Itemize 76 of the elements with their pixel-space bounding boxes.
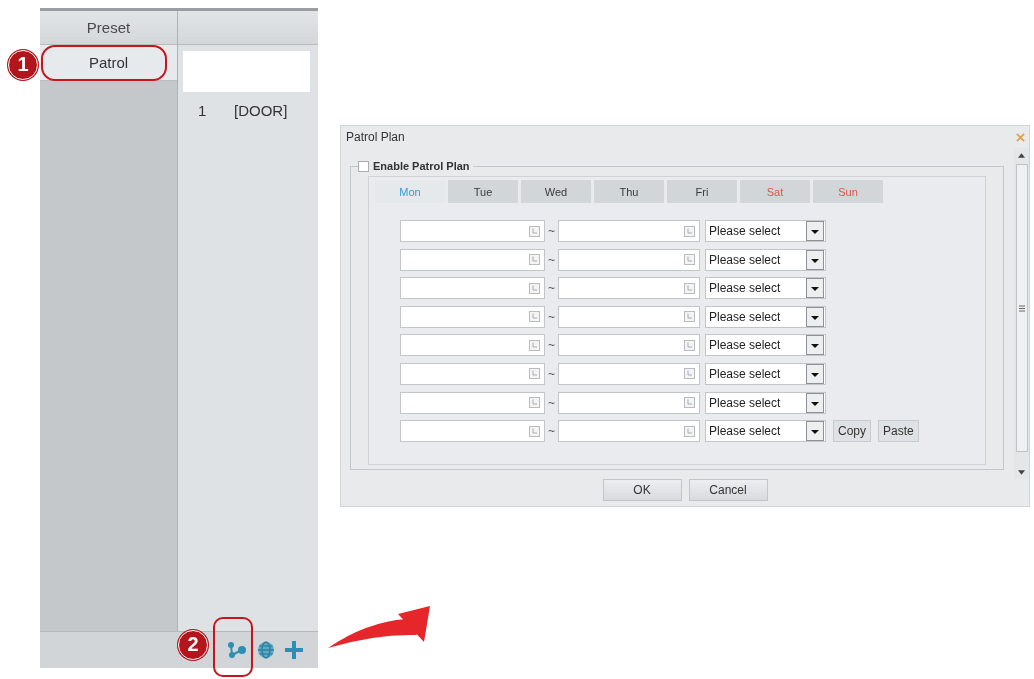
checkbox-label: Enable Patrol Plan	[373, 160, 470, 172]
preset-select[interactable]: Please select	[705, 277, 826, 300]
clock-icon[interactable]	[529, 368, 540, 380]
step-badge: 1	[8, 50, 38, 80]
start-time-field[interactable]	[400, 248, 545, 271]
day-tab[interactable]: Fri	[667, 180, 737, 203]
start-time-field[interactable]	[400, 391, 545, 414]
panel-tab[interactable]: Patrol	[40, 45, 177, 81]
range-separator: ~	[547, 395, 556, 410]
end-time-field[interactable]	[558, 334, 700, 357]
start-time-field[interactable]	[400, 362, 545, 385]
preset-select[interactable]: Please select	[705, 334, 826, 357]
scrollbar[interactable]	[1014, 148, 1029, 479]
preset-select[interactable]: Please select	[705, 248, 826, 271]
day-tab[interactable]: Thu	[594, 180, 664, 203]
panel-tab[interactable]: Preset	[40, 11, 177, 45]
clock-icon[interactable]	[684, 225, 695, 237]
range-separator: ~	[547, 224, 556, 238]
preset-select[interactable]: Please select	[705, 220, 826, 242]
start-time-field[interactable]	[400, 277, 545, 300]
clock-icon[interactable]	[684, 282, 695, 294]
day-tab[interactable]: Wed	[521, 180, 591, 203]
start-time-field[interactable]	[400, 305, 545, 328]
clock-icon[interactable]	[529, 397, 540, 409]
clock-icon[interactable]	[684, 397, 695, 409]
clock-icon[interactable]	[529, 425, 540, 437]
end-time-field[interactable]	[558, 391, 700, 414]
clock-icon[interactable]	[684, 425, 695, 437]
clock-icon[interactable]	[529, 339, 540, 351]
range-separator: ~	[547, 424, 556, 439]
start-time-field[interactable]	[400, 220, 545, 242]
scroll-thumb[interactable]	[1015, 164, 1028, 452]
scroll-down-icon[interactable]	[1018, 470, 1025, 475]
end-time-field[interactable]	[558, 277, 700, 300]
clock-icon[interactable]	[529, 282, 540, 294]
clock-icon[interactable]	[529, 311, 540, 323]
nodes-icon[interactable]	[227, 641, 247, 659]
preset-select[interactable]: Please select	[705, 362, 826, 385]
grip-icon	[1018, 304, 1025, 312]
end-time-field[interactable]	[558, 248, 700, 271]
preset-select[interactable]: Please select	[705, 305, 826, 328]
globe-icon[interactable]	[256, 641, 276, 659]
scroll-up-icon[interactable]	[1018, 153, 1025, 158]
input-field[interactable]	[183, 51, 310, 92]
range-separator: ~	[547, 338, 556, 353]
end-time-field[interactable]	[558, 420, 700, 443]
end-time-field[interactable]	[558, 362, 700, 385]
clock-icon[interactable]	[684, 368, 695, 380]
patrol-number: 1	[198, 102, 208, 119]
range-separator: ~	[547, 252, 556, 267]
row-button[interactable]: Copy	[833, 420, 871, 443]
dialog-button[interactable]: Cancel	[688, 479, 768, 501]
clock-icon[interactable]	[529, 254, 540, 266]
range-separator: ~	[547, 309, 556, 324]
patrol-name[interactable]: [DOOR]	[234, 102, 288, 119]
range-separator: ~	[547, 281, 556, 296]
close-icon[interactable]	[1016, 132, 1025, 142]
range-separator: ~	[547, 366, 556, 381]
preset-select[interactable]: Please select	[705, 420, 826, 443]
step-badge: 2	[178, 630, 208, 660]
preset-select[interactable]: Please select	[705, 391, 826, 414]
plus-icon[interactable]	[285, 641, 303, 659]
start-time-field[interactable]	[400, 334, 545, 357]
day-tab[interactable]: Tue	[448, 180, 518, 203]
clock-icon[interactable]	[684, 311, 695, 323]
end-time-field[interactable]	[558, 305, 700, 328]
row-button[interactable]: Paste	[878, 420, 919, 443]
clock-icon[interactable]	[684, 254, 695, 266]
checkbox[interactable]	[358, 160, 369, 172]
dialog-button[interactable]: OK	[602, 479, 682, 501]
clock-icon[interactable]	[684, 339, 695, 351]
end-time-field[interactable]	[558, 220, 700, 242]
dialog-title: Patrol Plan	[346, 130, 405, 144]
clock-icon[interactable]	[529, 225, 540, 237]
start-time-field[interactable]	[400, 420, 545, 443]
highlight-outline	[213, 617, 253, 677]
